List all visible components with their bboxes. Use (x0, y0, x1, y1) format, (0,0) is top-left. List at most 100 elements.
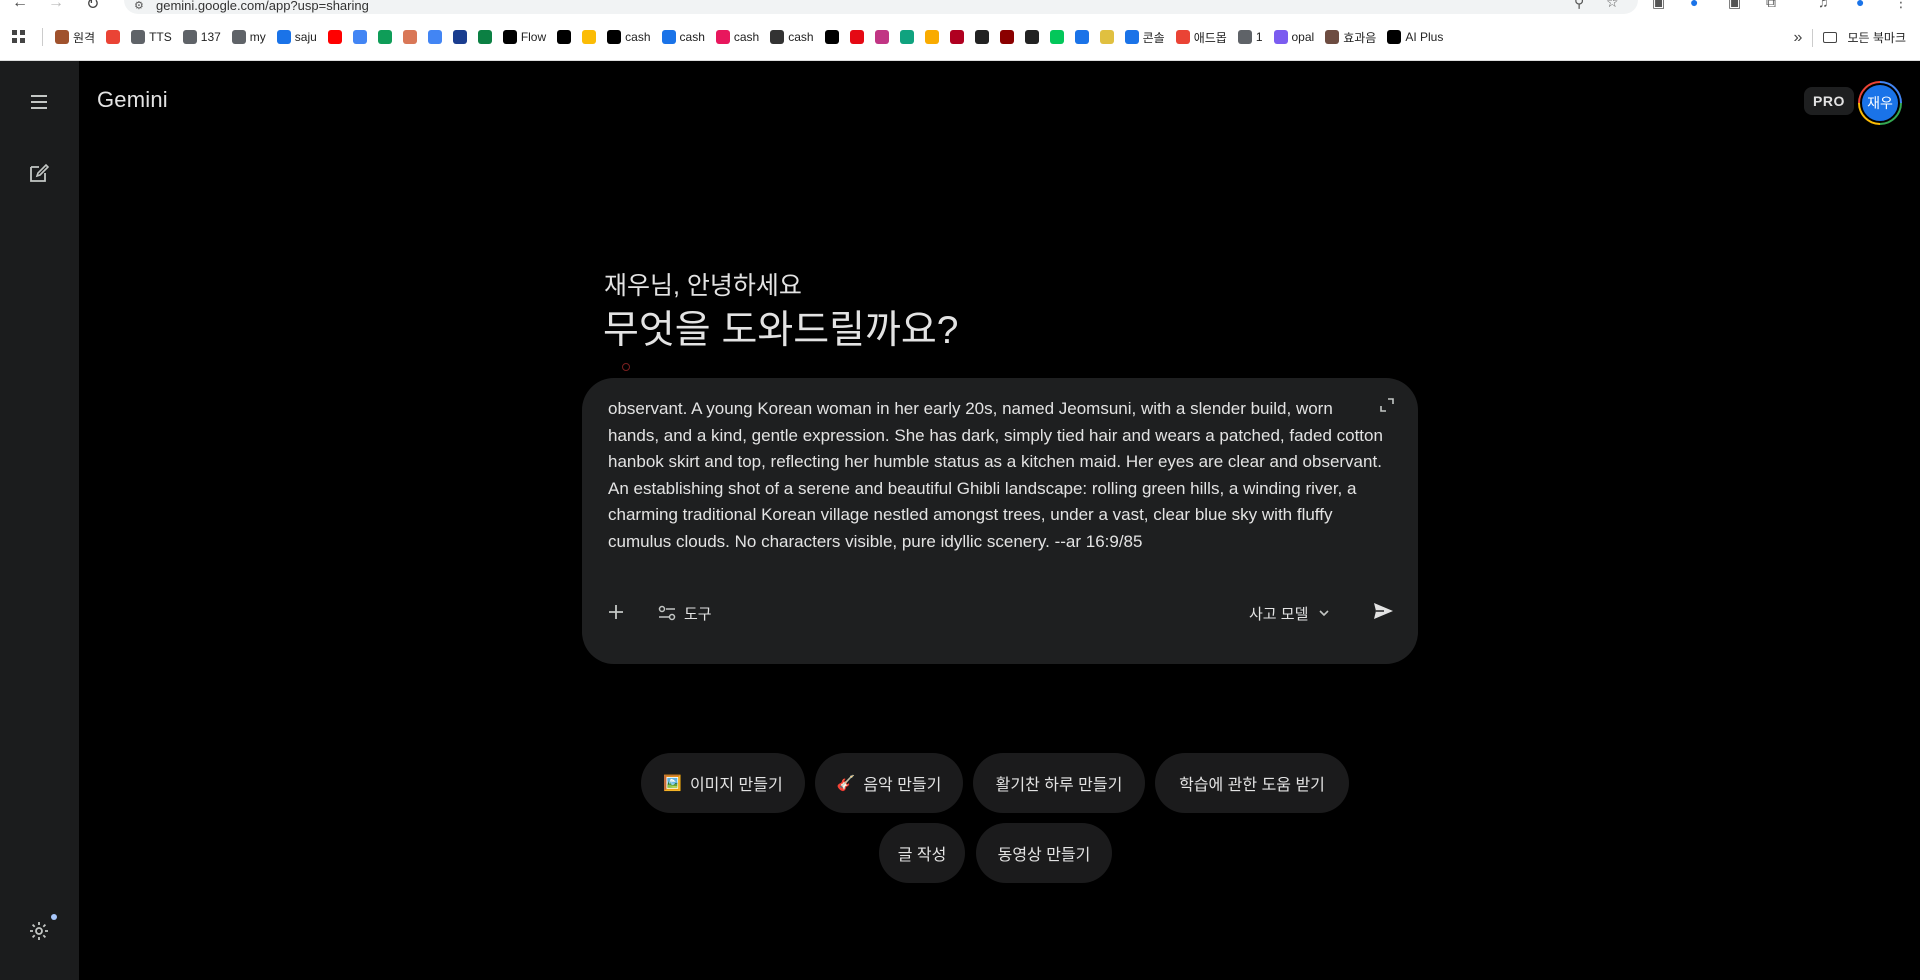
bookmark-item[interactable]: saju (276, 30, 317, 44)
bookmark-item[interactable] (999, 30, 1014, 44)
extension-icon[interactable]: ▣ (1728, 0, 1741, 11)
media-icon[interactable]: ♫ (1818, 0, 1829, 10)
back-icon[interactable]: ← (12, 0, 28, 12)
chip-label: 음악 만들기 (863, 777, 942, 794)
chip-create-image[interactable]: 🖼️ 이미지 만들기 (641, 753, 805, 813)
bookmark-item[interactable]: opal (1273, 30, 1315, 44)
bookmark-item[interactable]: Flow (502, 30, 546, 44)
claude-icon (402, 30, 417, 44)
bookmark-item[interactable]: cash (661, 30, 705, 44)
bookmark-item[interactable] (874, 30, 889, 44)
p-icon (452, 30, 467, 44)
send-icon[interactable] (1368, 596, 1398, 626)
bookmark-item[interactable] (106, 30, 121, 44)
zoom-icon[interactable]: ⚲ (1574, 0, 1584, 11)
bookmark-item[interactable] (582, 30, 597, 44)
bookmark-item[interactable] (402, 30, 417, 44)
chip-energetic-day[interactable]: 활기찬 하루 만들기 (973, 753, 1145, 813)
greeting: 재우님, 안녕하세요 (604, 272, 802, 300)
site-info-icon[interactable]: ⚙ (134, 0, 144, 12)
bookmark-item[interactable] (477, 30, 492, 44)
profile-icon[interactable]: ● (1856, 0, 1864, 10)
bookmark-list: 원격 TTS 137 my saju Flow cash cash cash cash 콘솔 애드몹 1… (55, 29, 1454, 46)
bookmark-item[interactable]: 콘솔 (1124, 29, 1165, 46)
pro-badge[interactable]: PRO (1804, 87, 1854, 115)
chip-study-help[interactable]: 학습에 관한 도움 받기 (1155, 753, 1349, 813)
chip-create-video[interactable]: 동영상 만들기 (976, 823, 1112, 883)
apps-grid-icon[interactable] (12, 30, 26, 44)
bookmark-item[interactable] (1024, 30, 1039, 44)
c-icon (949, 30, 964, 44)
chip-create-music[interactable]: 🎸 음악 만들기 (815, 753, 963, 813)
bookmark-item[interactable]: 137 (182, 30, 221, 44)
bookmark-label: 효과음 (1343, 30, 1377, 45)
bookmark-item[interactable] (899, 30, 914, 44)
bookmark-item[interactable]: cash (715, 30, 760, 44)
new-chat-icon[interactable] (27, 161, 51, 185)
extension-icon[interactable]: ● (1690, 0, 1698, 10)
bookmark-item[interactable] (452, 30, 467, 44)
prompt-input[interactable]: observant. A young Korean woman in her e… (608, 396, 1388, 555)
all-bookmarks-link[interactable]: 모든 북마크 (1847, 29, 1906, 46)
menu-icon[interactable] (27, 90, 51, 114)
bookmark-item[interactable] (427, 30, 442, 44)
gemini-app: Gemini PRO 재우 재우님, 안녕하세요 무엇을 도와드릴까요? obs… (0, 61, 1920, 980)
bookmark-item[interactable] (1099, 30, 1114, 44)
forward-icon[interactable]: → (48, 0, 64, 12)
bookmark-item[interactable] (377, 30, 392, 44)
bookmark-star-icon[interactable]: ☆ (1606, 0, 1619, 11)
bookmark-item[interactable] (327, 30, 342, 44)
bookmark-item[interactable] (824, 30, 839, 44)
gemini-star-icon (427, 30, 442, 44)
bookmark-item[interactable] (949, 30, 964, 44)
extension-icon[interactable]: ▣ (1652, 0, 1665, 11)
cash-icon (661, 30, 676, 44)
bookmark-item[interactable] (974, 30, 989, 44)
bookmark-item[interactable]: 원격 (55, 29, 95, 46)
more-bookmarks-button[interactable]: » (1794, 29, 1803, 47)
bookmark-label: opal (1291, 30, 1315, 44)
bookmark-folder-icon (55, 30, 69, 44)
chip-label: 학습에 관한 도움 받기 (1179, 777, 1325, 794)
tools-label: 도구 (684, 605, 712, 623)
model-selector[interactable]: 사고 모델 (1249, 599, 1330, 627)
bookmark-item[interactable]: cash (607, 30, 651, 44)
bookmark-item[interactable] (1074, 30, 1089, 44)
settings-gear-icon[interactable] (27, 919, 51, 943)
tools-button[interactable]: 도구 (658, 599, 712, 627)
puzzle-icon[interactable]: ⧉ (1766, 0, 1776, 11)
docs-icon (352, 30, 367, 44)
add-attachment-button[interactable] (602, 598, 630, 626)
guitar-icon: 🎸 (836, 775, 856, 792)
browser-toolbar: ← → ↻ ⚙ gemini.google.com/app?usp=sharin… (0, 0, 1920, 14)
bookmark-item[interactable]: cash (770, 30, 814, 44)
sidebar (0, 61, 79, 980)
prompt-composer[interactable]: observant. A young Korean woman in her e… (582, 378, 1418, 664)
address-bar[interactable]: ⚙ gemini.google.com/app?usp=sharing (124, 0, 1638, 14)
bookmark-item[interactable]: AI Plus (1387, 30, 1443, 44)
bookmark-item[interactable]: 애드몹 (1175, 29, 1227, 46)
bookmark-item[interactable]: TTS (131, 30, 172, 44)
bookmark-item[interactable] (1049, 30, 1064, 44)
bookmark-label: cash (733, 30, 760, 44)
kebab-menu-icon[interactable]: ⋮ (1894, 0, 1908, 11)
bookmark-item[interactable]: 효과음 (1325, 29, 1376, 46)
app-title[interactable]: Gemini (97, 87, 168, 113)
drive-icon (582, 30, 597, 44)
bookmark-label: AI Plus (1405, 30, 1444, 44)
bookmark-item[interactable]: 1 (1237, 30, 1263, 44)
bookmark-item[interactable] (924, 30, 939, 44)
chip-write[interactable]: 글 작성 (879, 823, 965, 883)
bookmark-item[interactable] (557, 30, 572, 44)
expand-icon[interactable] (1378, 396, 1396, 414)
folder-icon (1823, 32, 1838, 43)
cash-icon (715, 30, 730, 44)
reload-icon[interactable]: ↻ (86, 0, 99, 14)
bookmark-item[interactable] (352, 30, 367, 44)
chart-icon (477, 30, 492, 44)
account-avatar[interactable]: 재우 (1858, 81, 1902, 125)
chatgpt-icon (899, 30, 914, 44)
bookmarks-bar: 원격 TTS 137 my saju Flow cash cash cash cash 콘솔 애드몹 1… (0, 14, 1920, 61)
bookmark-item[interactable]: my (231, 30, 266, 44)
bookmark-item[interactable] (849, 30, 864, 44)
